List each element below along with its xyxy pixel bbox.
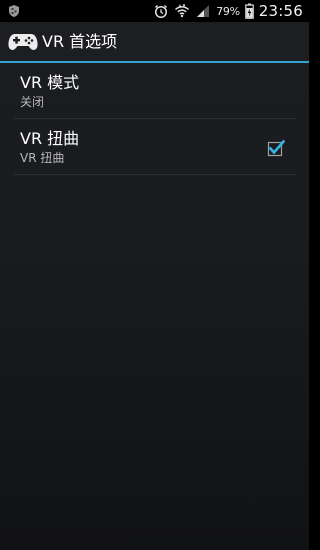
pref-summary: VR 扭曲 — [20, 151, 65, 165]
preference-list: VR 模式 关闭 VR 扭曲 VR 扭曲 — [0, 63, 309, 175]
vr-distortion-checkbox[interactable] — [267, 139, 285, 157]
pref-summary: 关闭 — [20, 95, 45, 109]
screen: 79% 23:56 VR 首选项 VR 模式 关闭 VR 扭曲 VR 扭曲 — [0, 0, 309, 550]
pref-title: VR 扭曲 — [20, 129, 80, 148]
action-bar: VR 首选项 — [0, 22, 309, 61]
battery-percent: 79% — [216, 4, 240, 18]
clock: 23:56 — [258, 2, 303, 20]
battery-charging-icon — [244, 3, 254, 19]
pref-title: VR 模式 — [20, 73, 80, 92]
cell-signal-icon — [197, 5, 210, 17]
page-title: VR 首选项 — [42, 32, 118, 51]
gamepad-icon[interactable] — [8, 30, 38, 52]
shield-icon — [9, 5, 19, 17]
pref-item-vr-mode[interactable]: VR 模式 关闭 — [14, 63, 295, 119]
status-bar: 79% 23:56 — [0, 0, 309, 22]
wifi-icon — [175, 3, 190, 18]
pref-item-vr-distortion[interactable]: VR 扭曲 VR 扭曲 — [14, 119, 295, 175]
alarm-clock-icon — [155, 4, 168, 19]
status-icons: 79% 23:56 — [153, 0, 303, 22]
